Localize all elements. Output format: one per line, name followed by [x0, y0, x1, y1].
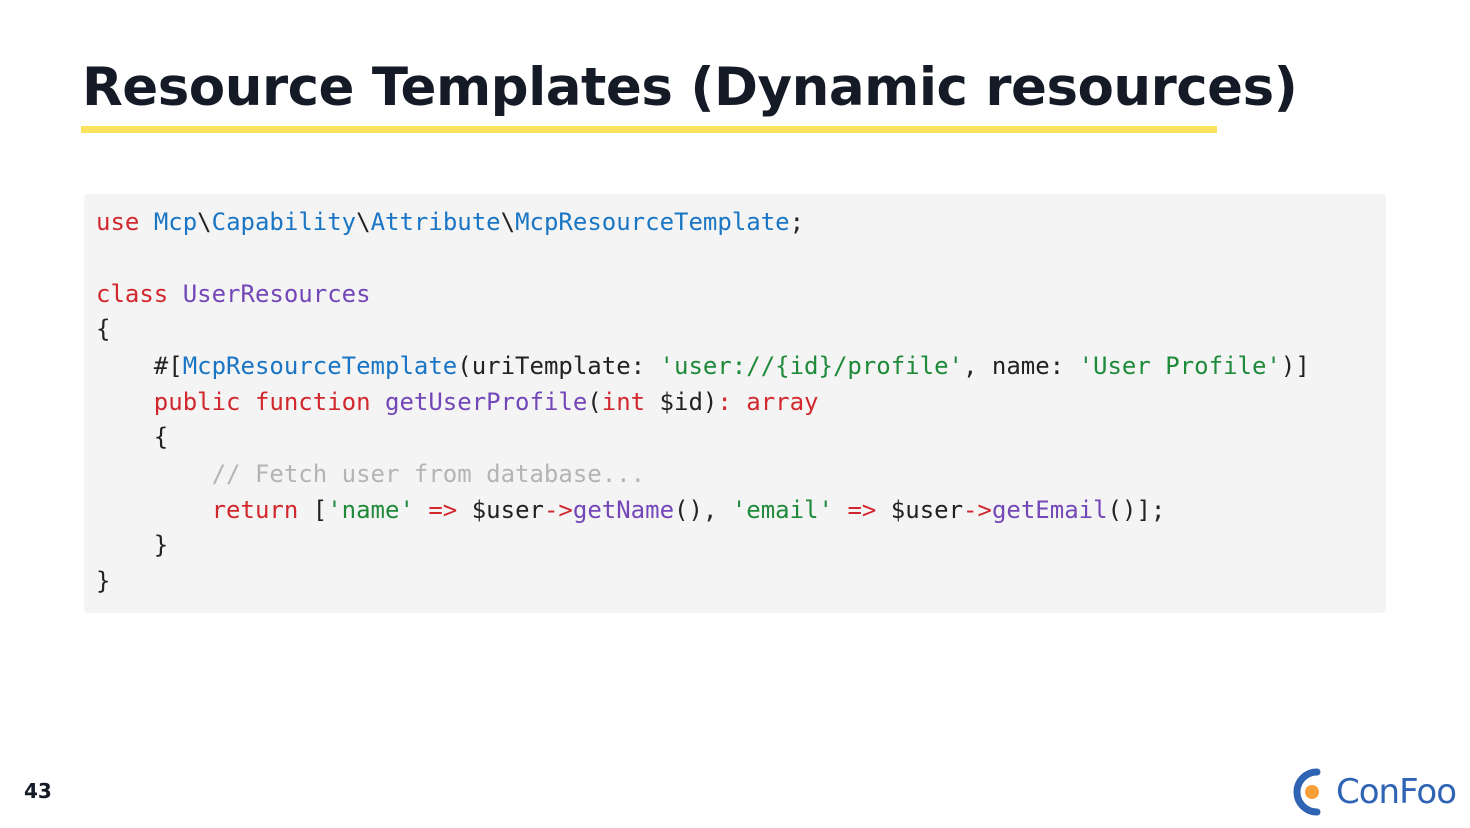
class-name: UserResources [182, 280, 371, 308]
keyword: public [153, 388, 241, 416]
code-line-body-close: } [96, 527, 168, 563]
punctuation: [ [298, 496, 328, 524]
punctuation: ; [789, 208, 805, 236]
operator: => [847, 496, 877, 524]
argument: , name: [962, 352, 1079, 380]
keyword: class [96, 280, 169, 308]
separator: \ [197, 208, 212, 236]
page-number: 43 [24, 779, 52, 803]
method-name: getEmail [991, 496, 1108, 524]
punctuation: } [96, 531, 169, 559]
return-type: : array [717, 388, 819, 416]
punctuation: { [96, 423, 169, 451]
function-name: getUserProfile [385, 388, 588, 416]
separator: \ [500, 208, 516, 236]
attribute-name: McpResourceTemplate [182, 352, 458, 380]
keyword: use [96, 208, 140, 236]
punctuation: )] [1280, 352, 1310, 380]
code-line-use: use Mcp\Capability\Attribute\McpResource… [96, 204, 804, 240]
code-line-close-brace: } [96, 563, 110, 599]
separator: \ [356, 208, 371, 236]
namespace: Mcp [153, 208, 198, 236]
variable: $user [876, 496, 964, 524]
code-line-body-open: { [96, 419, 168, 455]
punctuation: } [96, 567, 111, 595]
confoo-logo: ConFoo [1286, 766, 1457, 818]
string: 'email' [731, 496, 833, 524]
variable: $user [457, 496, 544, 524]
code-line-open-brace: { [96, 311, 110, 347]
namespace: Attribute [370, 208, 501, 236]
string: 'name' [327, 496, 414, 524]
operator: => [428, 496, 458, 524]
code-line-comment: // Fetch user from database... [96, 456, 645, 492]
title-underline [81, 126, 1217, 133]
punctuation: { [96, 315, 111, 343]
argument: (uriTemplate: [457, 352, 660, 380]
class-name: McpResourceTemplate [515, 208, 790, 236]
keyword: function [254, 388, 371, 416]
punctuation: ( [587, 388, 602, 416]
code-line-function: public function getUserProfile(int $id):… [96, 384, 819, 420]
string: 'User Profile' [1078, 352, 1281, 380]
type: int [601, 388, 646, 416]
slide-title: Resource Templates (Dynamic resources) [82, 57, 1298, 118]
namespace: Capability [211, 208, 357, 236]
code-block: use Mcp\Capability\Attribute\McpResource… [84, 194, 1386, 613]
keyword: return [211, 496, 299, 524]
code-line-class: class UserResources [96, 276, 371, 312]
logo-text: ConFoo [1336, 772, 1457, 812]
string: 'user://{id}/profile' [659, 352, 963, 380]
punctuation: #[ [96, 352, 183, 380]
comment: // Fetch user from database... [211, 460, 646, 488]
code-line-return: return ['name' => $user->getName(), 'ema… [96, 492, 1166, 528]
punctuation: (), [674, 496, 732, 524]
confoo-logo-icon [1293, 768, 1321, 816]
operator: -> [543, 496, 573, 524]
code-line-attribute: #[McpResourceTemplate(uriTemplate: 'user… [96, 348, 1310, 384]
punctuation: ()]; [1107, 496, 1166, 524]
method-name: getName [572, 496, 675, 524]
parameter: $id) [645, 388, 718, 416]
operator: -> [963, 496, 992, 524]
